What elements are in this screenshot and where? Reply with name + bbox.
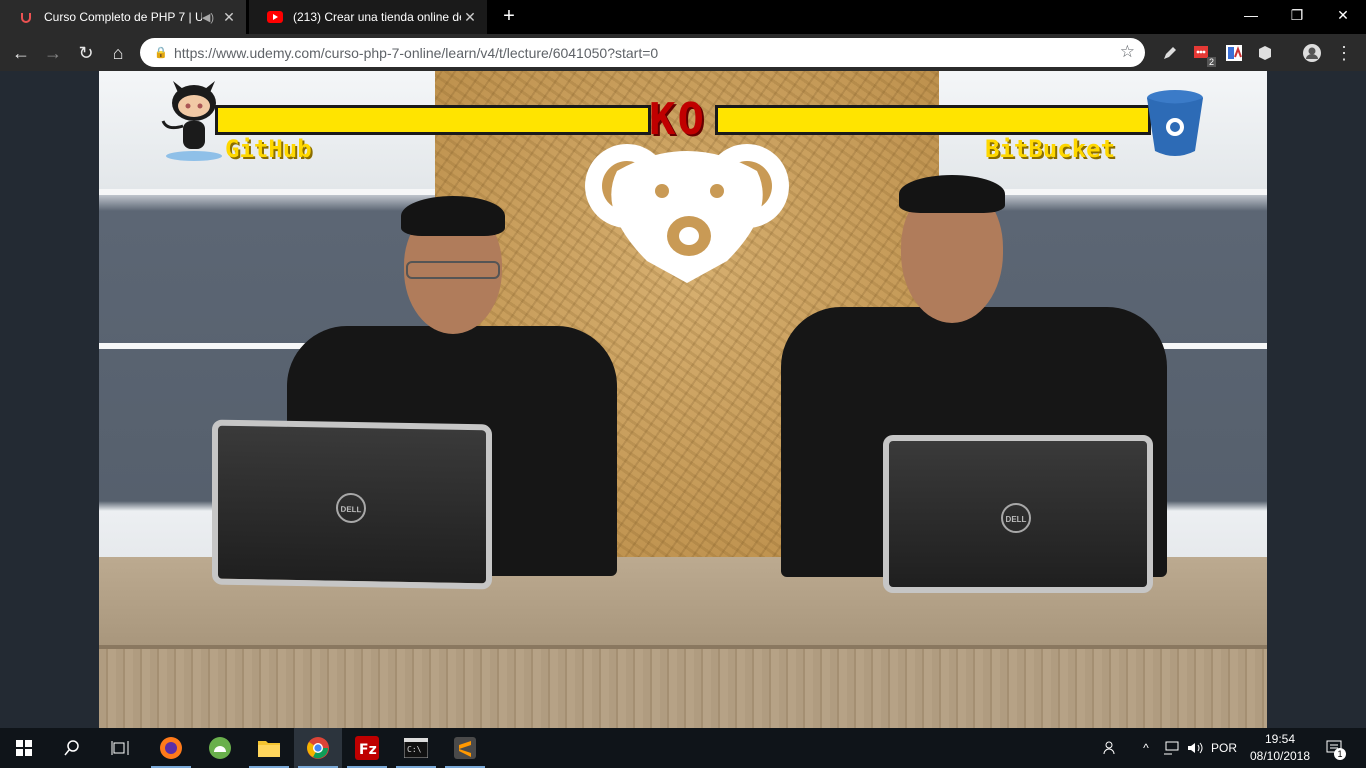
lock-icon: 🔒 xyxy=(154,47,168,59)
task-view-icon[interactable] xyxy=(96,728,144,768)
bear-mascot-logo xyxy=(585,144,789,283)
bitbucket-label: BitBucket xyxy=(985,135,1116,163)
browser-titlebar: Curso Completo de PHP 7 | U ◀) ✕ (213) C… xyxy=(0,0,1366,34)
ko-text: KO xyxy=(649,94,706,145)
profile-avatar[interactable] xyxy=(1302,43,1322,63)
svg-text:Fz: Fz xyxy=(359,742,377,758)
address-bar[interactable]: 🔒 https://www.udemy.com/curso-php-7-onli… xyxy=(140,38,1145,67)
udemy-icon xyxy=(18,9,34,25)
github-health-bar xyxy=(215,105,651,135)
clock[interactable]: 19:54 08/10/2018 xyxy=(1240,731,1320,765)
bookmark-star-icon[interactable]: ☆ xyxy=(1120,42,1135,62)
pen-extension-icon[interactable] xyxy=(1160,43,1180,63)
windows-start-icon[interactable] xyxy=(0,728,48,768)
dell-logo: DELL xyxy=(1001,503,1031,533)
tab-youtube[interactable]: (213) Crear una tienda online des ✕ xyxy=(249,0,487,34)
forward-button[interactable]: → xyxy=(40,40,66,66)
youtube-icon xyxy=(267,9,283,25)
close-window-button[interactable]: ✕ xyxy=(1320,0,1366,30)
bitbucket-health-bar xyxy=(715,105,1151,135)
bitbucket-icon xyxy=(1147,90,1203,156)
clock-date: 08/10/2018 xyxy=(1249,749,1311,763)
people-icon[interactable] xyxy=(1098,728,1124,768)
reload-button[interactable]: ↻ xyxy=(73,40,99,66)
right-laptop: DELL xyxy=(883,435,1153,593)
tab-title: Curso Completo de PHP 7 | U xyxy=(44,10,202,24)
chrome-menu-icon[interactable]: ⋮ xyxy=(1334,43,1354,63)
new-tab-button[interactable]: + xyxy=(497,5,521,29)
notification-center-icon[interactable]: 1 xyxy=(1320,728,1350,768)
speaker-icon[interactable]: ◀) xyxy=(202,11,214,24)
video-player[interactable]: DELL DELL KO GitHub BitBucket xyxy=(99,71,1267,728)
terminal-icon[interactable]: C:\ xyxy=(392,728,440,768)
svg-text:C:\: C:\ xyxy=(407,745,422,754)
close-tab-icon[interactable]: ✕ xyxy=(461,9,479,26)
dell-logo: DELL xyxy=(336,492,366,524)
minimize-button[interactable]: — xyxy=(1228,0,1274,30)
sublime-text-icon[interactable] xyxy=(441,728,489,768)
extension-badge-icon[interactable]: 2 xyxy=(1192,43,1216,67)
home-button[interactable]: ⌂ xyxy=(105,40,131,66)
cube-extension-icon[interactable] xyxy=(1255,43,1275,63)
left-presenter-hair xyxy=(401,196,505,236)
chrome-icon[interactable] xyxy=(294,728,342,768)
tab-title: (213) Crear una tienda online des xyxy=(293,10,461,24)
extension-badge-count: 2 xyxy=(1206,57,1216,67)
back-button[interactable]: ← xyxy=(8,40,34,66)
file-explorer-icon[interactable] xyxy=(245,728,293,768)
language-indicator[interactable]: POR xyxy=(1208,728,1240,768)
notification-count: 1 xyxy=(1334,748,1346,760)
browser-toolbar: ← → ↻ ⌂ 🔒 https://www.udemy.com/curso-ph… xyxy=(0,34,1366,71)
chevron-up-icon[interactable]: ^ xyxy=(1136,728,1156,768)
restore-button[interactable]: ❐ xyxy=(1274,0,1320,30)
right-presenter-hair xyxy=(899,175,1005,213)
close-tab-icon[interactable]: ✕ xyxy=(220,9,238,26)
glasses xyxy=(406,261,500,279)
page-content: DELL DELL KO GitHub BitBucket xyxy=(0,71,1366,728)
github-label: GitHub xyxy=(225,135,312,163)
left-laptop: DELL xyxy=(212,419,492,590)
volume-icon[interactable] xyxy=(1184,728,1206,768)
filezilla-icon[interactable]: Fz xyxy=(343,728,391,768)
translate-extension-icon[interactable] xyxy=(1224,43,1244,63)
url-text: https://www.udemy.com/curso-php-7-online… xyxy=(174,44,659,61)
desk-front xyxy=(99,649,1267,728)
clock-time: 19:54 xyxy=(1264,732,1296,746)
firefox-icon[interactable] xyxy=(147,728,195,768)
tab-udemy[interactable]: Curso Completo de PHP 7 | U ◀) ✕ xyxy=(0,0,246,34)
search-icon[interactable] xyxy=(48,728,96,768)
android-studio-icon[interactable] xyxy=(196,728,244,768)
windows-taskbar: Fz C:\ ^ POR 19:54 08/10/2018 1 xyxy=(0,728,1366,768)
network-icon[interactable] xyxy=(1160,728,1182,768)
